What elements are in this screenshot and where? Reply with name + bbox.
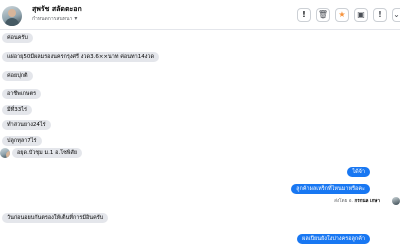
incoming-message[interactable]: อาชีพเกษตร (2, 89, 42, 99)
read-receipt-avatar (392, 197, 400, 205)
incoming-message[interactable]: มีที่33ไร่ (2, 105, 32, 115)
outgoing-message[interactable]: ได้จ้า (347, 167, 370, 177)
message-thread[interactable]: ค่อนครับ แผ่อายุ50มีผลมรองนครกรุงศรี งวด… (0, 30, 400, 250)
incoming-message[interactable]: ปลูกทุลา7ไร่ (2, 136, 42, 146)
outgoing-message[interactable]: ลูกค้าผลเหร็กที่ไหนมาหรือคะ (291, 184, 370, 194)
contact-avatar[interactable] (2, 6, 22, 26)
archive-button[interactable]: ▣ (354, 8, 368, 22)
incoming-message[interactable]: ค่อนครับ (2, 33, 33, 43)
outgoing-message[interactable]: ผลเปียนยังใงบ่างครอลูกค้า (297, 234, 370, 244)
star-button[interactable]: ★ (335, 8, 349, 22)
incoming-message[interactable]: แผ่อายุ50มีผลมรองนครกรุงศรี งวด3.6××นาท … (2, 52, 160, 62)
incoming-message[interactable]: ค่อยปุกติ (2, 71, 33, 81)
trash-button[interactable]: 🗑 (316, 8, 330, 22)
info-button[interactable]: ! (297, 8, 311, 22)
more-button[interactable]: ⌄ (392, 8, 400, 22)
chevron-down-icon: ▾ (74, 15, 78, 22)
conversation-header: สุพรัช สลัดตะอก กำหนดการสนทนา ▾ ! 🗑 ★ ▣ !… (0, 0, 400, 30)
sent-by-prefix: ส่งโดย อ. (334, 199, 353, 204)
conversation-status-label: กำหนดการสนทนา (32, 16, 73, 22)
sent-by-label: ส่งโดย อ. กรกนล เกษา (334, 198, 380, 205)
conversation-status[interactable]: กำหนดการสนทนา ▾ (32, 15, 77, 23)
report-button[interactable]: ! (373, 8, 387, 22)
incoming-message[interactable]: วันก่อนอยบกันตรองให้เต็นที่การมีอินครับ (2, 213, 109, 223)
sender-avatar (0, 148, 10, 158)
incoming-message[interactable]: อยุด.บัวชุม ม.1 อ.โซพิสัย (12, 148, 83, 158)
contact-name[interactable]: สุพรัช สลัดตะอก (32, 4, 82, 15)
sent-by-name: กรกนล เกษา (354, 199, 380, 204)
incoming-message[interactable]: ทำสวนยาง24ไร่ (2, 120, 51, 130)
